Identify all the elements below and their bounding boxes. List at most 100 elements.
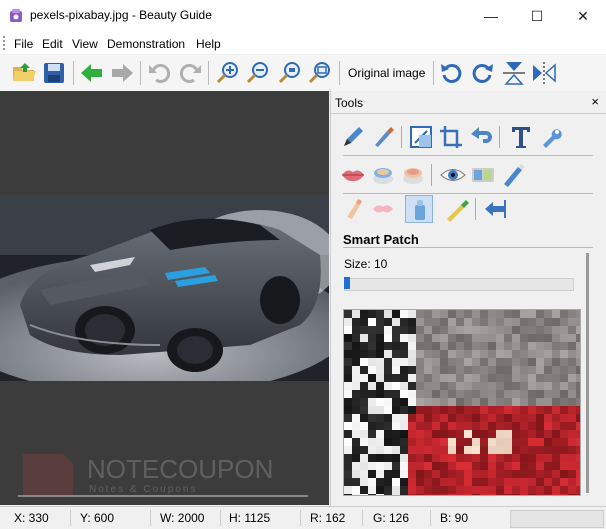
resize-icon[interactable]	[407, 123, 435, 151]
preview-pixel	[552, 406, 560, 414]
preview-pixel	[488, 430, 496, 438]
maximize-button[interactable]: ☐	[514, 0, 560, 32]
size-slider-thumb[interactable]	[344, 277, 350, 289]
preview-pixel	[520, 462, 528, 470]
flip-vertical-icon[interactable]	[500, 59, 528, 87]
preview-pixel	[496, 390, 504, 398]
preview-pixel	[536, 486, 544, 494]
eyeliner-icon[interactable]	[499, 161, 527, 189]
preview-pixel	[512, 350, 520, 358]
zoom-fit-icon[interactable]	[276, 59, 304, 87]
preview-pixel	[344, 446, 352, 454]
preview-pixel	[424, 382, 432, 390]
zoom-actual-icon[interactable]	[306, 59, 334, 87]
undo-icon[interactable]	[146, 59, 174, 87]
text-icon[interactable]	[507, 123, 535, 151]
redo-icon[interactable]	[176, 59, 204, 87]
preview-pixel	[344, 366, 352, 374]
preview-pixel	[576, 438, 580, 446]
preview-pixel	[392, 430, 400, 438]
preview-pixel	[344, 382, 352, 390]
crop-icon[interactable]	[437, 123, 465, 151]
smart-patch-icon[interactable]	[405, 195, 433, 223]
preview-pixel	[472, 462, 480, 470]
preview-pixel	[480, 358, 488, 366]
horizontal-scrollbar[interactable]	[18, 495, 308, 497]
original-image-button[interactable]: Original image	[348, 66, 425, 80]
preview-pixel	[368, 366, 376, 374]
save-icon[interactable]	[40, 59, 68, 87]
preview-pixel	[392, 438, 400, 446]
preview-pixel	[568, 398, 576, 406]
preview-pixel	[488, 342, 496, 350]
preview-pixel	[408, 446, 416, 454]
pencil-icon[interactable]	[339, 123, 367, 151]
preview-pixel	[448, 358, 456, 366]
menu-help[interactable]: Help	[196, 37, 221, 51]
preview-pixel	[552, 438, 560, 446]
preview-pixel	[352, 470, 360, 478]
preview-pixel	[496, 366, 504, 374]
preview-pixel	[432, 470, 440, 478]
open-folder-icon[interactable]	[10, 59, 38, 87]
size-slider-track[interactable]	[344, 278, 574, 291]
preview-pixel	[400, 422, 408, 430]
menu-view[interactable]: View	[72, 37, 98, 51]
zoom-in-icon[interactable]	[214, 59, 242, 87]
preview-pixel	[368, 374, 376, 382]
tools-separator	[401, 126, 402, 148]
compare-arrows-icon[interactable]	[481, 195, 509, 223]
preview-pixel	[392, 334, 400, 342]
menu-file[interactable]: File	[14, 37, 33, 51]
preview-pixel	[488, 470, 496, 478]
menu-demonstration[interactable]: Demonstration	[107, 37, 185, 51]
preview-pixel	[384, 454, 392, 462]
lips-icon[interactable]	[339, 161, 367, 189]
preview-pixel	[456, 334, 464, 342]
preview-pixel	[472, 382, 480, 390]
preview-pixel	[416, 342, 424, 350]
skin-smooth-icon[interactable]	[369, 195, 397, 223]
blush-icon[interactable]	[399, 161, 427, 189]
preview-pixel	[368, 470, 376, 478]
eyeshadow-icon[interactable]	[469, 161, 497, 189]
brush-icon[interactable]	[369, 123, 397, 151]
preview-pixel	[488, 390, 496, 398]
preview-pixel	[440, 446, 448, 454]
eye-icon[interactable]	[439, 161, 467, 189]
preview-pixel	[568, 486, 576, 494]
preview-pixel	[520, 350, 528, 358]
preview-pixel	[440, 470, 448, 478]
forward-arrow-icon[interactable]	[108, 59, 136, 87]
rotate-right-icon[interactable]	[468, 59, 496, 87]
preview-pixel	[568, 478, 576, 486]
rotate-left-icon[interactable]	[438, 59, 466, 87]
powder-icon[interactable]	[369, 161, 397, 189]
panel-close-icon[interactable]: ×	[591, 94, 599, 109]
preview-pixel	[416, 350, 424, 358]
preview-pixel	[400, 406, 408, 414]
preview-pixel	[456, 438, 464, 446]
preview-pixel	[536, 414, 544, 422]
wrench-icon[interactable]	[537, 123, 565, 151]
preview-pixel	[360, 350, 368, 358]
zoom-out-icon[interactable]	[244, 59, 272, 87]
panel-vertical-scrollbar[interactable]	[586, 253, 589, 493]
close-button[interactable]: ✕	[560, 0, 606, 32]
flip-horizontal-icon[interactable]	[530, 59, 558, 87]
minimize-button[interactable]: —	[468, 0, 514, 32]
preview-pixel	[496, 382, 504, 390]
image-canvas[interactable]: NOTECOUPON Notes & Coupons	[0, 91, 329, 505]
preview-pixel	[528, 350, 536, 358]
menu-edit[interactable]: Edit	[42, 37, 63, 51]
preview-pixel	[416, 318, 424, 326]
undo-tool-icon[interactable]	[467, 123, 495, 151]
preview-pixel	[392, 382, 400, 390]
concealer-icon[interactable]	[339, 195, 367, 223]
hair-brush-icon[interactable]	[443, 195, 471, 223]
preview-pixel	[384, 342, 392, 350]
back-arrow-icon[interactable]	[78, 59, 106, 87]
preview-pixel	[552, 358, 560, 366]
watermark-logo-icon	[23, 454, 73, 496]
preview-pixel	[368, 310, 376, 318]
